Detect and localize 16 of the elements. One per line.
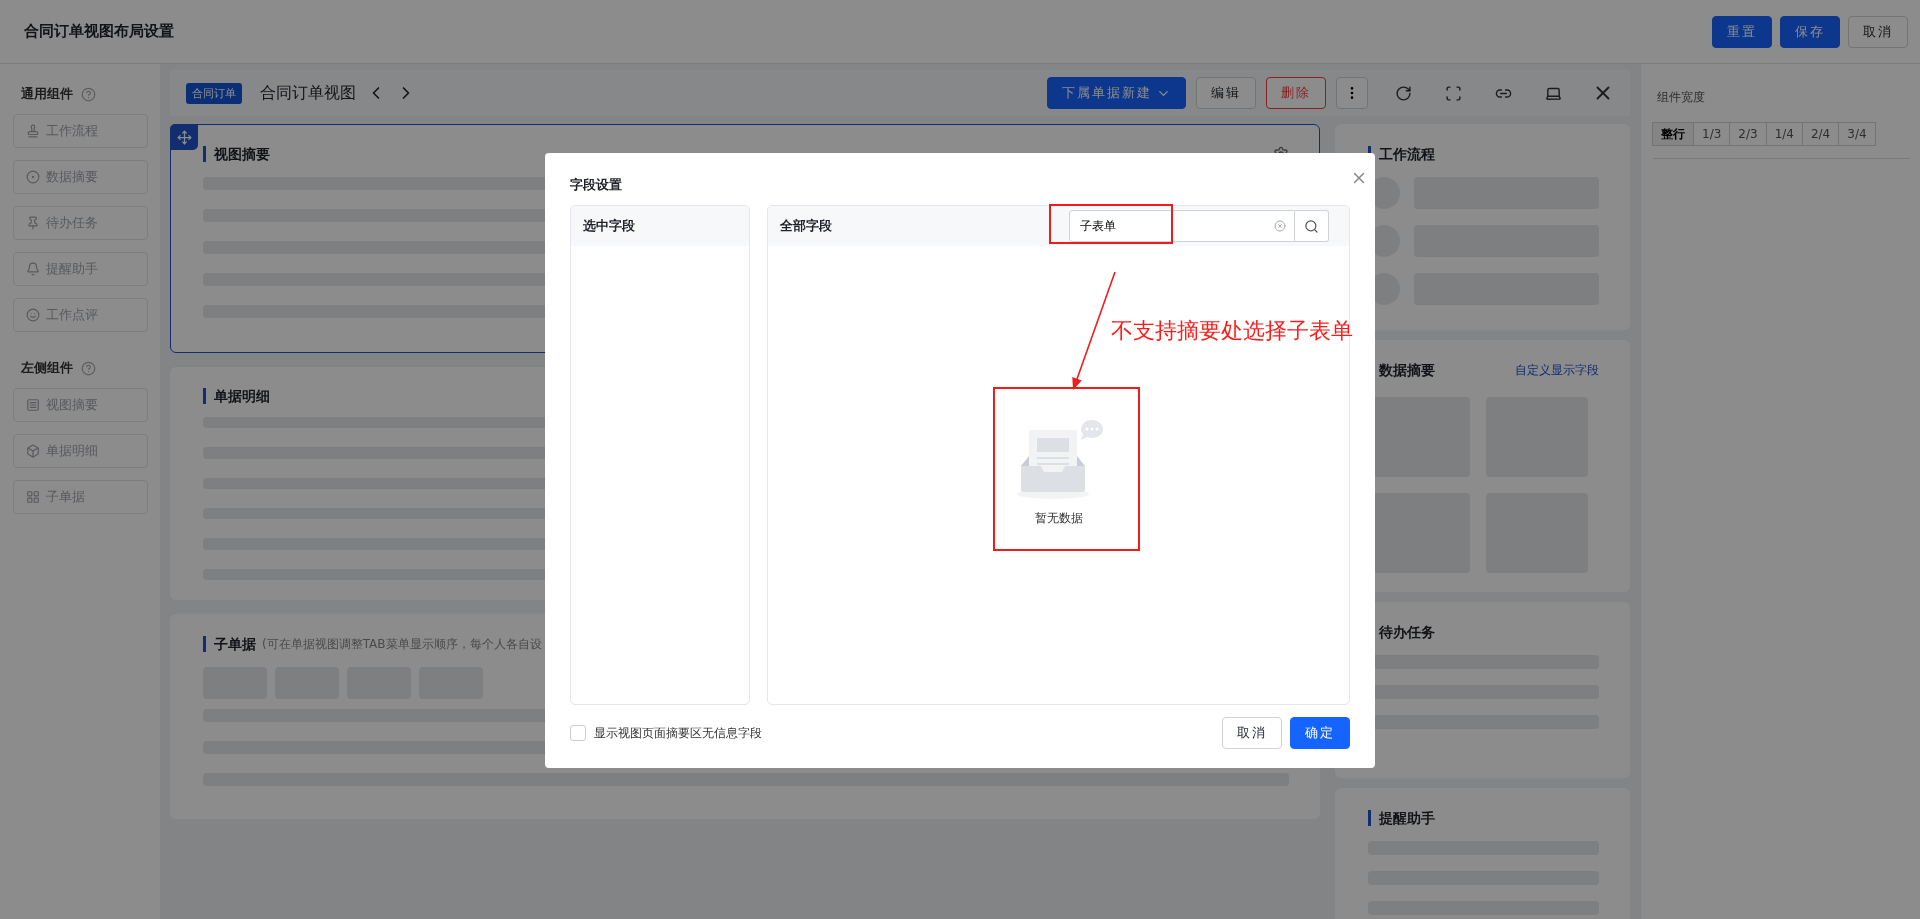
section-title: 左侧组件: [21, 359, 73, 377]
checkbox-label: 显示视图页面摘要区无信息字段: [594, 724, 762, 742]
panel-heading: 选中字段: [583, 217, 635, 235]
card-title: 视图摘要: [203, 146, 270, 162]
panel-title: 组件宽度: [1657, 90, 1705, 104]
page-title: 合同订单视图布局设置: [24, 22, 174, 41]
card-title: 提醒助手: [1368, 810, 1435, 826]
type-badge: 合同订单: [186, 82, 242, 104]
card-title: 子单据: [203, 636, 256, 652]
section-title: 通用组件: [21, 85, 73, 103]
empty-text: 暂无数据: [1034, 509, 1083, 527]
dialog-title: 字段设置: [570, 176, 622, 194]
view-title: 合同订单视图: [260, 82, 356, 104]
panel-heading: 全部字段: [780, 217, 832, 235]
card-note: (可在单据视图调整TAB菜单显示顺序，每个人各自设: [262, 635, 542, 653]
card-title: 单据明细: [203, 387, 270, 404]
